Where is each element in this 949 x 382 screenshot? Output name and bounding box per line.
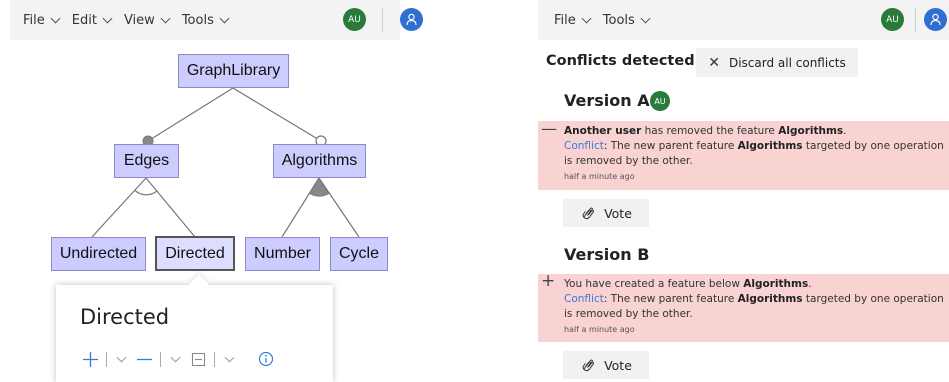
chevron-down-icon [219,13,230,23]
chevron-down-icon [581,13,592,23]
menubar-divider [915,8,916,32]
menu-file[interactable]: File [554,13,592,28]
add-feature-button[interactable] [80,349,100,369]
entry-feature: Algorithms [743,278,809,290]
feature-edges[interactable]: Edges [114,144,179,178]
plus-icon: + [541,271,556,291]
toolbar-divider [106,351,107,367]
hand-wave-icon [582,359,595,372]
entry-timestamp: half a minute ago [564,172,635,181]
info-button[interactable] [256,349,276,369]
conflict-link[interactable]: Conflict [564,293,604,305]
avatar[interactable]: AU [343,8,366,31]
chevron-down-icon [160,13,171,23]
version-a-conflict-entry: — Another user has removed the feature A… [538,121,949,190]
chevron-down-icon [102,13,113,23]
minus-icon: — [541,119,557,138]
feature-cycle[interactable]: Cycle [330,237,388,271]
collapse-feature-button[interactable] [188,349,208,369]
avatar[interactable]: AU [881,8,904,31]
feature-graphlibrary[interactable]: GraphLibrary [178,54,289,88]
conflicts-title: Conflicts detected! [546,53,702,69]
entry-timestamp: half a minute ago [564,325,635,334]
collapse-box-icon [191,352,205,366]
feature-undirected[interactable]: Undirected [51,237,146,271]
version-b-heading: Version B [564,245,650,264]
menu-edit[interactable]: Edit [72,13,113,28]
toolbar-divider [214,351,215,367]
popover-title: Directed [80,305,170,329]
minus-icon [136,358,152,360]
feature-popover: Directed [56,274,333,382]
menu-tools[interactable]: Tools [603,13,651,28]
feature-model-pane: File Edit View Tools AU GraphLibrary Edg… [0,0,423,382]
plus-icon [82,351,98,367]
vote-button-version-b[interactable]: Vote [563,351,649,379]
info-icon [258,351,274,367]
menu-view[interactable]: View [124,13,171,28]
popover-toolbar [80,349,276,369]
left-menubar: File Edit View Tools AU [10,0,423,40]
menu-tools[interactable]: Tools [182,13,230,28]
conflict-resolution-pane: File Tools AU Conflicts detected! ✕ Disc… [538,0,949,382]
feature-algorithms[interactable]: Algorithms [273,144,366,178]
user-account-icon[interactable] [400,8,423,31]
hand-wave-icon [582,207,595,220]
chevron-down-icon[interactable] [170,352,181,362]
version-a-heading: Version A [564,91,650,110]
remove-feature-button[interactable] [134,349,154,369]
entry-feature: Algorithms [778,125,844,137]
chevron-down-icon[interactable] [116,352,127,362]
vote-button-version-a[interactable]: Vote [563,199,649,227]
feature-directed[interactable]: Directed [155,236,235,271]
toolbar-divider [160,351,161,367]
right-menubar: File Tools AU [538,0,949,40]
chevron-down-icon [640,13,651,23]
chevron-down-icon [50,13,61,23]
version-b-conflict-entry: + You have created a feature below Algor… [538,271,949,342]
user-account-icon[interactable] [924,8,947,31]
menubar-divider [382,8,383,32]
entry-actor: Another user [564,125,642,137]
conflict-link[interactable]: Conflict [564,140,604,152]
discard-all-conflicts-button[interactable]: ✕ Discard all conflicts [696,48,858,77]
close-icon: ✕ [708,54,720,71]
feature-number[interactable]: Number [245,237,320,271]
menu-file[interactable]: File [23,13,61,28]
chevron-down-icon[interactable] [224,352,235,362]
avatar: AU [650,91,670,111]
